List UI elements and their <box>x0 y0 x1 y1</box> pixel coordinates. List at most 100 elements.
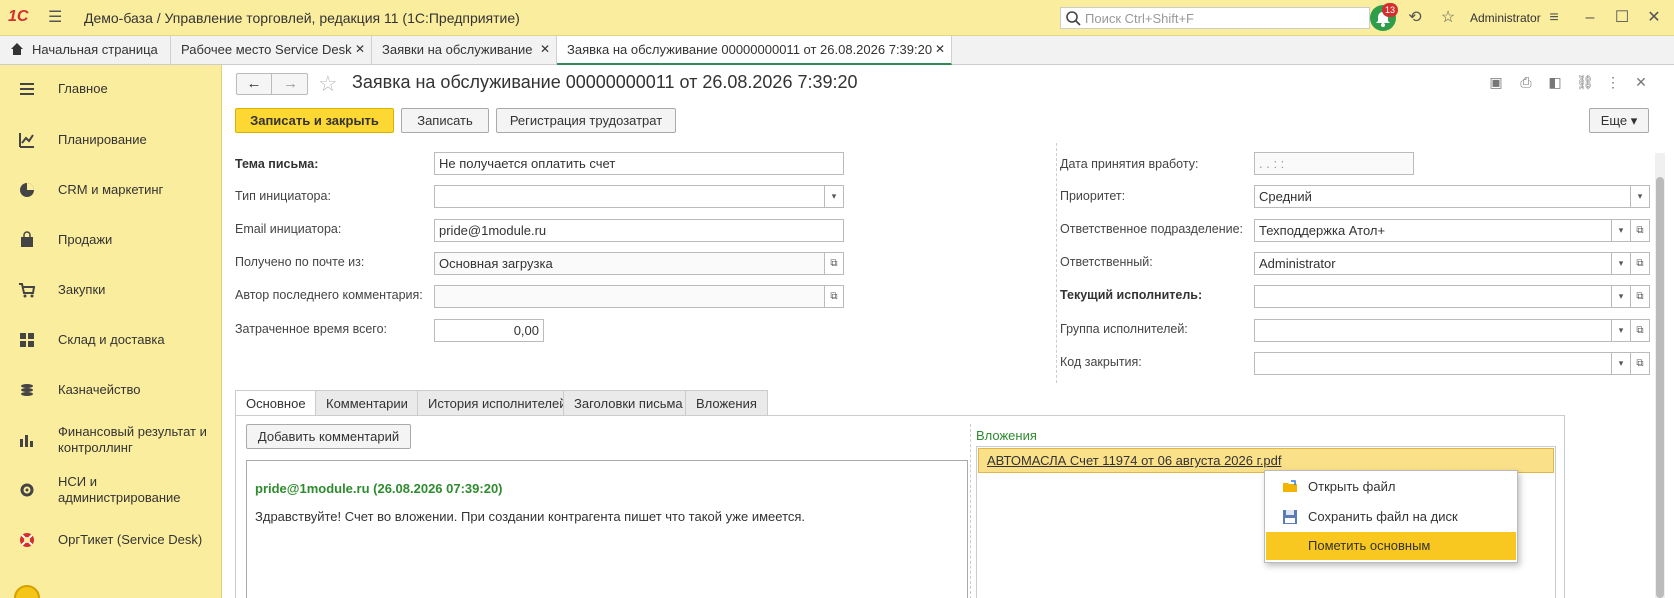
sidebar-item-sales[interactable]: Продажи <box>0 218 222 262</box>
time-field[interactable]: 0,00 <box>434 319 544 342</box>
chart-icon <box>19 133 34 148</box>
dropdown-arrow-icon[interactable]: ▾ <box>1611 352 1631 375</box>
user-name[interactable]: Administrator <box>1470 11 1541 25</box>
responsible-field[interactable]: Administrator <box>1254 252 1612 275</box>
sidebar-item-planning[interactable]: Планирование <box>0 118 222 162</box>
dropdown-arrow-icon[interactable]: ▾ <box>1611 319 1631 342</box>
maximize-icon[interactable]: ☐ <box>1612 8 1632 28</box>
column-separator <box>1056 143 1057 383</box>
sidebar-item-crm[interactable]: CRM и маркетинг <box>0 168 222 212</box>
favorites-star-icon[interactable]: ☆ <box>1438 8 1458 28</box>
search-input[interactable]: Поиск Ctrl+Shift+F <box>1060 7 1370 29</box>
tab-main[interactable]: Основное <box>235 390 316 416</box>
search-icon <box>1066 11 1081 26</box>
sidebar-item-label: Казначейство <box>58 382 141 397</box>
more-vertical-icon[interactable]: ⋮ <box>1604 73 1622 91</box>
tab-service-desk[interactable]: Рабочее место Service Desk ✕ <box>171 36 372 65</box>
dropdown-arrow-icon[interactable]: ▾ <box>1630 185 1650 208</box>
sidebar-item-main[interactable]: Главное <box>0 67 222 111</box>
sidebar-item-admin[interactable]: НСИ и администрирование <box>0 468 222 512</box>
executor-field[interactable] <box>1254 285 1612 308</box>
close-code-field[interactable] <box>1254 352 1612 375</box>
sidebar-item-label: Финансовый результат и контроллинг <box>58 424 207 455</box>
link-icon[interactable]: ⛓ <box>1576 73 1594 91</box>
open-icon[interactable]: ⧉ <box>1630 285 1650 308</box>
tab-comments[interactable]: Комментарии <box>315 390 418 416</box>
accepted-field[interactable]: . . : : <box>1254 152 1414 175</box>
minimize-icon[interactable]: – <box>1580 8 1600 28</box>
sidebar-item-label: НСИ и администрирование <box>58 474 181 505</box>
received-label: Получено по почте из: <box>235 255 365 269</box>
app-logo[interactable]: 1С <box>8 8 40 28</box>
open-icon[interactable]: ⧉ <box>1630 319 1650 342</box>
tab-requests[interactable]: Заявки на обслуживание ✕ <box>372 36 557 65</box>
dropdown-arrow-icon[interactable]: ▾ <box>1611 219 1631 242</box>
close-tab-icon[interactable]: ✕ <box>540 42 550 56</box>
sidebar-item-warehouse[interactable]: Склад и доставка <box>0 318 222 362</box>
attachment-file-link[interactable]: АВТОМАСЛА Счет 11974 от 06 августа 2026 … <box>987 453 1281 468</box>
tab-home[interactable]: Начальная страница <box>0 36 171 65</box>
register-labor-button[interactable]: Регистрация трудозатрат <box>496 108 676 133</box>
comment-author: pride@1module.ru (26.08.2026 07:39:20) <box>255 481 503 496</box>
initiator-type-label: Тип инициатора: <box>235 189 331 203</box>
preview-icon[interactable]: ◧ <box>1546 73 1564 91</box>
comment-area[interactable]: pride@1module.ru (26.08.2026 07:39:20) З… <box>246 460 968 598</box>
save-disk-icon[interactable]: ▣ <box>1487 73 1505 91</box>
pie-icon <box>20 183 34 197</box>
save-and-close-button[interactable]: Записать и закрыть <box>235 108 394 133</box>
settings-menu-icon[interactable]: ≡ <box>1544 8 1564 28</box>
menu-item-open-file[interactable]: Открыть файл <box>1266 473 1516 501</box>
vertical-scrollbar[interactable] <box>1655 153 1665 598</box>
menu-item-mark-main[interactable]: Пометить основным <box>1266 532 1516 560</box>
dept-field[interactable]: Техподдержка Атол+ <box>1254 219 1612 242</box>
subject-label: Тема письма: <box>235 157 319 171</box>
initiator-type-field[interactable] <box>434 185 825 208</box>
tab-executor-history[interactable]: История исполнителей <box>417 390 566 416</box>
favorite-star-icon[interactable]: ☆ <box>318 71 338 97</box>
tab-mail-headers[interactable]: Заголовки письма <box>563 390 686 416</box>
sidebar-item-treasury[interactable]: Казначейство <box>0 368 222 412</box>
dropdown-arrow-icon[interactable]: ▾ <box>1611 285 1631 308</box>
priority-field[interactable]: Средний <box>1254 185 1631 208</box>
back-arrow-icon[interactable]: ← <box>237 74 272 94</box>
sidebar-item-purchases[interactable]: Закупки <box>0 268 222 312</box>
forward-arrow-icon[interactable]: → <box>273 74 308 94</box>
dropdown-arrow-icon[interactable]: ▾ <box>1611 252 1631 275</box>
sidebar-item-orgticket[interactable]: ОргТикет (Service Desk) <box>0 518 222 562</box>
received-field[interactable]: Основная загрузка <box>434 252 825 275</box>
more-label: Еще <box>1600 113 1628 128</box>
close-tab-icon[interactable]: ✕ <box>935 42 945 56</box>
group-field[interactable] <box>1254 319 1612 342</box>
open-icon[interactable]: ⧉ <box>824 285 844 308</box>
history-icon[interactable]: ⟲ <box>1405 8 1425 28</box>
save-button[interactable]: Записать <box>401 108 489 133</box>
accepted-label: Дата принятия вработу: <box>1060 157 1199 171</box>
add-comment-button[interactable]: Добавить комментарий <box>246 424 411 449</box>
close-window-icon[interactable]: ✕ <box>1644 8 1664 28</box>
panel-separator <box>970 424 971 598</box>
tab-attachments[interactable]: Вложения <box>685 390 768 416</box>
open-icon[interactable]: ⧉ <box>1630 352 1650 375</box>
print-icon[interactable]: ⎙ <box>1517 73 1535 91</box>
more-button[interactable]: Еще ▾ <box>1589 108 1649 133</box>
close-code-label: Код закрытия: <box>1060 355 1142 369</box>
last-author-field[interactable] <box>434 285 825 308</box>
dropdown-arrow-icon[interactable]: ▾ <box>824 185 844 208</box>
open-icon[interactable]: ⧉ <box>824 252 844 275</box>
scrollbar-thumb[interactable] <box>1656 177 1664 598</box>
open-folder-icon <box>1283 480 1297 492</box>
open-tabs-bar: Начальная страница Рабочее место Service… <box>0 36 1674 65</box>
open-icon[interactable]: ⧉ <box>1630 252 1650 275</box>
floppy-disk-icon <box>1283 510 1297 524</box>
main-menu-icon[interactable]: ☰ <box>48 9 68 27</box>
tab-current-request[interactable]: Заявка на обслуживание 00000000011 от 26… <box>557 36 952 65</box>
email-field[interactable]: pride@1module.ru <box>434 219 844 242</box>
close-form-icon[interactable]: ✕ <box>1632 73 1650 91</box>
more-sections-icon[interactable] <box>14 585 40 598</box>
open-icon[interactable]: ⧉ <box>1630 219 1650 242</box>
menu-item-save-file[interactable]: Сохранить файл на диск <box>1266 503 1516 531</box>
subject-field[interactable]: Не получается оплатить счет <box>434 152 844 175</box>
sidebar-item-finance[interactable]: Финансовый результат и контроллинг <box>0 418 222 462</box>
close-tab-icon[interactable]: ✕ <box>355 42 365 56</box>
cart-icon <box>19 283 36 298</box>
